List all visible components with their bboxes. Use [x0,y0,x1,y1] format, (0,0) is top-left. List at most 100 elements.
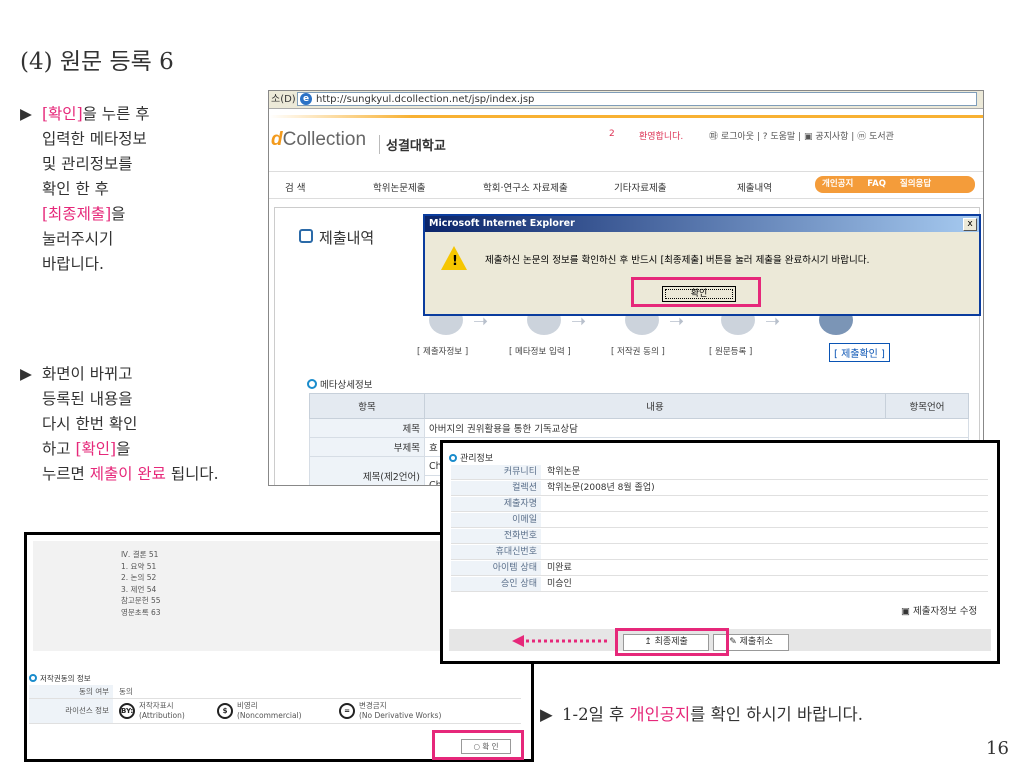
nav-thesis-submit[interactable]: 학위논문제출 [373,180,425,194]
agree-value: 동의 [119,687,133,696]
license-name-en: (Noncommercial) [237,711,302,720]
circle-bullet-icon [307,379,317,389]
nav-history[interactable]: 제출내역 [737,180,772,194]
mgmt-key: 컬렉션 [451,481,541,495]
bullet-triangle-icon: ▶ [20,365,32,383]
ie-page-icon: e [300,93,312,105]
instruction-bullet-3: ▶ 1-2일 후 개인공지를 확인 하시기 바랍니다. [540,702,1020,727]
bullet-line: 바랍니다. [42,255,104,273]
row-label: 부제목 [309,437,425,457]
license-nc-text: 비영리 (Noncommercial) [237,701,302,721]
circle-bullet-icon [29,674,37,682]
bullet-text: 을 [111,205,126,223]
bullet-text: 누르면 [42,465,90,483]
mgmt-row: 컬렉션 학위논문(2008년 8월 졸업) [451,481,988,496]
mgmt-row: 제출자명 [451,497,988,512]
bullet-text: 를 확인 하시기 바랍니다. [690,705,863,724]
bullet-triangle-icon: ▶ [540,705,553,724]
instruction-bullet-1: ▶ [확인]을 누른 후 입력한 메타정보 및 관리정보를 확인 한 후 [최종제… [20,102,230,277]
mgmt-row: 커뮤니티 학위논문 [451,465,988,480]
section-title: 제출내역 [319,229,375,247]
bullet-line: 확인 한 후 [42,180,109,198]
highlight-text: [확인] [75,440,117,458]
logo-d: d [271,129,283,150]
row-label: 제목(제2언어) [309,456,425,485]
step-label: [ 제출자정보 ] [417,347,469,357]
copyright-heading: 저작권동의 정보 [29,673,91,684]
mgmt-row: 휴대신번호 [451,545,988,560]
mgmt-value: 학위논문 [547,467,581,477]
agree-row: 동의 여부 동의 [29,685,521,699]
welcome-user: 2 [609,129,615,139]
bullet-text: 을 [116,440,131,458]
mgmt-key: 이메일 [451,513,541,527]
mgmt-key: 승인 상태 [451,577,541,591]
url-field[interactable]: http://sungkyul.dcollection.net/jsp/inde… [297,92,977,106]
table-header: 내용 [424,393,886,419]
slide-title: (4) 원문 등록 6 [20,49,174,75]
bullet-text: 됩니다. [165,465,219,483]
table-header: 항목언어 [885,393,969,419]
bullet-text: 하고 [42,440,76,458]
welcome-text: 환영합니다. [639,132,684,142]
bullet-text: 을 누른 후 [82,105,150,123]
confirm-highlight-box [432,730,524,760]
license-by-text: 저작자표시 (Attribution) [139,701,185,721]
agree-label: 동의 여부 [29,685,113,698]
main-nav: 검 색 학위논문제출 학회·연구소 자료제출 기타자료제출 제출내역 개인공지 F… [269,171,983,199]
license-name-en: (Attribution) [139,711,185,720]
mgmt-row: 아이템 상태 미완료 [451,561,988,576]
cc-nc-icon: $ [217,703,233,719]
nav-research-submit[interactable]: 학회·연구소 자료제출 [483,180,568,194]
mgmt-key: 휴대신번호 [451,545,541,559]
nav-faq[interactable]: FAQ [867,179,886,189]
nav-search[interactable]: 검 색 [285,180,306,194]
warning-mark: ! [452,254,458,269]
management-heading: 관리정보 [449,451,493,464]
mgmt-key: 제출자명 [451,497,541,511]
mgmt-value: 미완료 [547,563,572,573]
bullet-line: [최종제출]을 [20,202,230,227]
bullet-line: 입력한 메타정보 [42,130,147,148]
license-name: 저작자표시 [139,701,174,710]
highlight-text: 제출이 완료 [89,465,166,483]
highlight-text: 개인공지 [629,705,691,724]
mgmt-row: 이메일 [451,513,988,528]
meta-heading-text: 메타상세정보 [320,380,373,391]
management-heading-text: 관리정보 [460,454,494,464]
nav-qna[interactable]: 질의응답 [900,179,931,189]
license-label: 라이선스 정보 [29,699,113,723]
nav-personal-notice[interactable]: 개인공지 [822,179,853,189]
document-icon [299,229,313,243]
bullet-line: ▶ [확인]을 누른 후 [20,102,230,127]
highlight-text: [최종제출] [42,205,112,223]
step-label: [ 메타정보 입력 ] [509,347,571,357]
mgmt-key: 아이템 상태 [451,561,541,575]
circle-bullet-icon [449,454,457,462]
ok-highlight-box [631,277,761,307]
toc-list: Ⅳ. 결론 51 1. 요약 51 2. 논의 52 3. 제언 54 참고문헌… [121,549,161,618]
top-links[interactable]: ㉺ 로그아웃 | ? 도움말 | ▣ 공지사항 | ⓜ 도서관 [709,129,894,142]
dcollection-logo[interactable]: dCollection [271,129,366,151]
toc-item: 3. 제언 54 [121,584,157,594]
bullet-triangle-icon: ▶ [20,105,32,123]
mgmt-row: 승인 상태 미승인 [451,577,988,592]
university-name: 성결대학교 [379,135,446,154]
step-label: [ 원문등록 ] [709,347,753,357]
cancel-icon: ✎ [729,637,740,647]
nav-other-submit[interactable]: 기타자료제출 [614,180,666,194]
table-header: 항목 [309,393,425,419]
edit-submitter-link[interactable]: ▣ 제출자정보 수정 [901,603,977,617]
dialog-title: Microsoft Internet Explorer [425,216,979,232]
pointer-arrow-icon [512,635,610,647]
mgmt-row: 전화번호 [451,529,988,544]
close-icon[interactable]: x [963,218,977,231]
dialog-message: 제출하신 논문의 정보를 확인하신 후 반드시 [최종제출] 버튼을 눌러 제출… [485,255,870,266]
highlight-text: [확인] [42,105,83,123]
address-label: 소(D) [271,94,296,105]
toc-item: 2. 논의 52 [121,573,157,582]
bullet-text: 1-2일 후 [562,705,630,724]
license-nd-text: 변경금지 (No Derivative Works) [359,701,441,721]
brand-stripe [269,115,983,118]
nav-help-group: 개인공지 FAQ 질의응답 [815,176,975,193]
